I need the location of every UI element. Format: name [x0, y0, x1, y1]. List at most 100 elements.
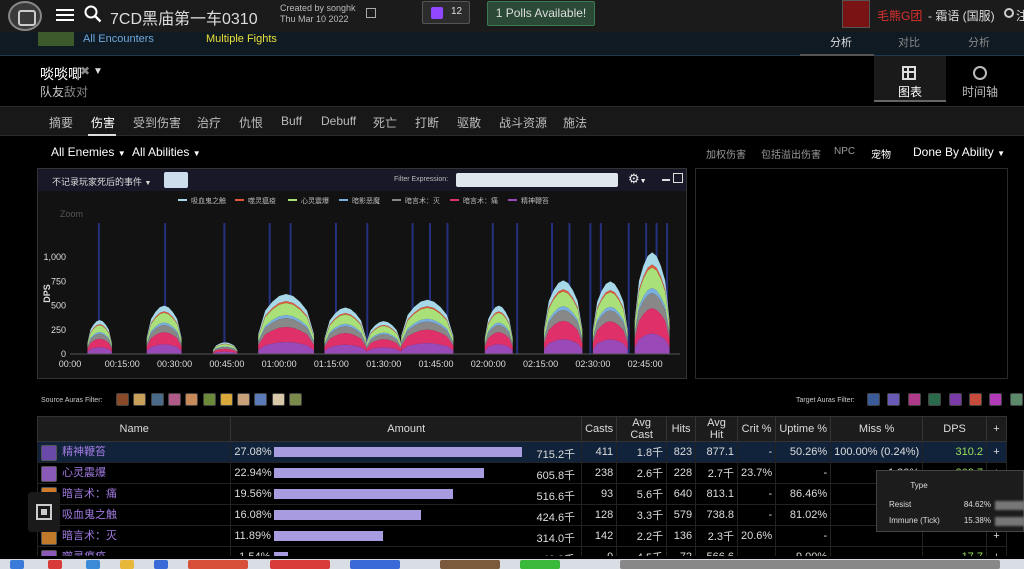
tab-compare[interactable]: 对比: [898, 34, 920, 50]
expand-row-icon[interactable]: +: [985, 441, 1007, 463]
table-row[interactable]: 暗言术：灭 11.89% 314.0千 142 2.2千 136 2.3千 20.6% - +: [37, 525, 1007, 547]
gear-icon[interactable]: ⚙▼: [628, 171, 647, 187]
legend-label[interactable]: 暗影恶魔: [352, 196, 380, 205]
dps-chart[interactable]: 吸血鬼之触 噬灵瘟疫 心灵震爆 暗影恶魔 暗言术：灭 暗言术：痛 精神鞭笞 Zoom 0 250 5…: [38, 191, 686, 378]
aura-icon-6[interactable]: [202, 393, 216, 406]
ability-name-cell[interactable]: 噬灵瘟疫: [37, 546, 232, 556]
tab-analysis[interactable]: 分析: [830, 34, 852, 50]
tab-deaths[interactable]: 死亡: [373, 114, 397, 131]
col-crit[interactable]: Crit %: [737, 416, 777, 442]
tab-damage-taken[interactable]: 受到伤害: [133, 114, 181, 131]
taskbar-app-item[interactable]: [270, 560, 330, 569]
zoom-label[interactable]: Zoom: [60, 209, 83, 219]
friendly-tab[interactable]: 队友: [40, 83, 64, 100]
close-icon[interactable]: ✖: [80, 64, 90, 78]
ability-name[interactable]: 噬灵瘟疫: [62, 551, 106, 556]
col-casts[interactable]: Casts: [581, 416, 618, 442]
aura-icon-2[interactable]: [887, 393, 901, 406]
legend-label[interactable]: 暗言术：痛: [463, 196, 498, 205]
ability-name[interactable]: 暗言术：灭: [62, 530, 117, 542]
qr-code-button[interactable]: [28, 492, 60, 532]
col-name[interactable]: Name: [37, 416, 232, 442]
encounter-thumbnail[interactable]: [38, 32, 74, 46]
tab-interrupts[interactable]: 打断: [415, 114, 439, 131]
tab-dispels[interactable]: 驱散: [457, 114, 481, 131]
player-name[interactable]: 啖啖唧: [40, 64, 82, 84]
ability-name[interactable]: 暗言术：痛: [62, 488, 117, 500]
taskbar-app-item[interactable]: [440, 560, 500, 569]
col-add[interactable]: +: [985, 416, 1007, 442]
multiple-fights-link[interactable]: Multiple Fights: [206, 33, 277, 45]
ability-name-cell[interactable]: 吸血鬼之触: [37, 504, 232, 526]
col-avg-hit[interactable]: Avg Hit: [695, 416, 739, 442]
legend-label[interactable]: 噬灵瘟疫: [248, 196, 276, 205]
aura-icon-8[interactable]: [237, 393, 251, 406]
folder-icon[interactable]: [120, 560, 134, 569]
tab-resources[interactable]: 战斗资源: [499, 114, 547, 131]
twitch-button[interactable]: 12: [422, 1, 470, 24]
miss-cell[interactable]: -: [830, 546, 924, 556]
taskbar-app-icon[interactable]: [86, 560, 100, 569]
tab-damage[interactable]: 伤害: [91, 114, 115, 131]
option-weighted-damage[interactable]: 加权伤害: [706, 146, 746, 161]
wechat-taskbar-item[interactable]: [520, 560, 560, 569]
table-row[interactable]: 精神鞭笞 27.08% 715.2千 411 1.8千 823 877.1-50.26% 10…: [37, 441, 1007, 463]
ability-name-cell[interactable]: 精神鞭笞: [37, 441, 232, 463]
tab-casts[interactable]: 施法: [563, 114, 587, 131]
col-uptime[interactable]: Uptime %: [775, 416, 832, 442]
table-row[interactable]: 噬灵瘟疫1.54%40.8千94.5千72566.6-9.00%-17.7+: [37, 546, 1007, 556]
report-options-icon[interactable]: [366, 8, 376, 18]
minimize-icon[interactable]: [662, 179, 670, 181]
windows-start-icon[interactable]: [10, 560, 24, 569]
tab-debuffs[interactable]: Debuff: [321, 114, 356, 128]
col-avg-cast[interactable]: Avg Cast: [616, 416, 668, 442]
aura-icon-4[interactable]: [928, 393, 942, 406]
tab-healing[interactable]: 治疗: [197, 114, 221, 131]
polls-available-button[interactable]: 1 Polls Available!: [487, 1, 595, 26]
chevron-down-icon[interactable]: ▼: [93, 66, 103, 77]
miss-cell[interactable]: 100.00% (0.24%): [830, 441, 924, 463]
search-icon[interactable]: [84, 5, 102, 23]
col-hits[interactable]: Hits: [666, 416, 697, 442]
ability-name-cell[interactable]: 心灵震爆: [37, 462, 232, 484]
toggle-switch[interactable]: [164, 172, 188, 188]
legend-label[interactable]: 暗言术：灭: [405, 196, 440, 205]
table-row[interactable]: 吸血鬼之触 16.08% 424.6千 1283.3千579738.8-81.02% 1…: [37, 504, 1007, 526]
guild-name-link[interactable]: 毛熊G团: [877, 7, 922, 24]
taskbar-app-icon[interactable]: [48, 560, 62, 569]
aura-icon-5[interactable]: [948, 393, 962, 406]
legend-label[interactable]: 心灵震爆: [301, 196, 329, 205]
col-miss[interactable]: Miss %: [830, 416, 924, 442]
dead-events-dropdown[interactable]: 不记录玩家死后的事件 ▼: [52, 175, 151, 188]
ability-name-cell[interactable]: 暗言术：痛: [37, 483, 232, 505]
table-row[interactable]: 心灵震爆22.94%605.8千2382.6千2282.7千23.7%-1.30…: [37, 462, 1007, 484]
aura-icon-8[interactable]: [1009, 393, 1023, 406]
option-include-overkill[interactable]: 包括溢出伤害: [761, 146, 821, 161]
timeline-view-button[interactable]: 时间轴: [950, 56, 1010, 102]
aura-icon-3[interactable]: [907, 393, 921, 406]
tab-summary[interactable]: 摘要: [49, 114, 73, 131]
table-row[interactable]: 暗言术：痛19.56%516.6千935.6千640813.1-86.46%+: [37, 483, 1007, 505]
chart-view-button[interactable]: 图表: [874, 56, 946, 102]
aura-icon-10[interactable]: [271, 393, 285, 406]
legend-label[interactable]: 精神鞭笞: [521, 196, 549, 205]
aura-icon-9[interactable]: [254, 393, 268, 406]
site-logo-icon[interactable]: [8, 1, 42, 31]
all-abilities-dropdown[interactable]: All Abilities ▼: [132, 145, 201, 159]
aura-icon-11[interactable]: [289, 393, 302, 406]
aura-icon-4[interactable]: [167, 393, 181, 406]
legend-label[interactable]: 吸血鬼之触: [191, 196, 226, 205]
option-pets[interactable]: 宠物: [871, 146, 891, 161]
taskbar-app-icon[interactable]: [154, 560, 168, 569]
all-encounters-link[interactable]: All Encounters: [83, 33, 154, 45]
aura-icon-1[interactable]: [867, 393, 880, 406]
maximize-icon[interactable]: [673, 173, 683, 183]
browser-taskbar-item[interactable]: [188, 560, 248, 569]
ability-name-cell[interactable]: 暗言术：灭: [37, 525, 232, 547]
all-enemies-dropdown[interactable]: All Enemies ▼: [51, 145, 126, 159]
tab-threat[interactable]: 仇恨: [239, 114, 263, 131]
aura-icon-6[interactable]: [969, 393, 982, 406]
ability-name[interactable]: 心灵震爆: [62, 467, 106, 479]
user-icon[interactable]: [1004, 8, 1014, 18]
aura-icon-1[interactable]: [116, 393, 129, 406]
